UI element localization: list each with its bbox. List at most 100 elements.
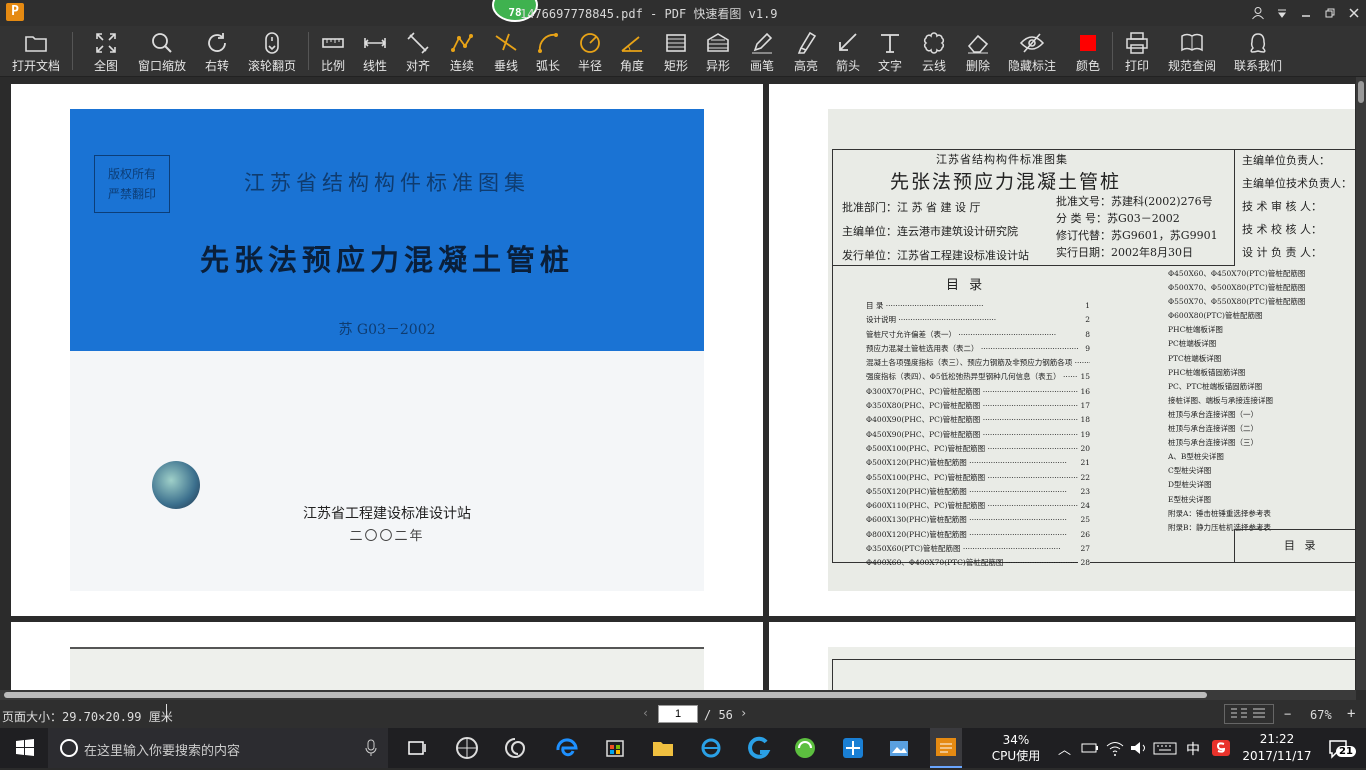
pen-button[interactable]: 画笔 bbox=[742, 26, 782, 76]
angle-button[interactable]: 角度 bbox=[612, 26, 652, 76]
360-app-icon[interactable] bbox=[790, 733, 820, 763]
highlighter-button[interactable]: 高亮 bbox=[786, 26, 826, 76]
dropdown-icon[interactable] bbox=[1270, 0, 1294, 26]
image-viewer-icon[interactable] bbox=[884, 733, 914, 763]
fit-all-button[interactable]: 全图 bbox=[86, 26, 126, 76]
document-viewer[interactable]: 版权所有 严禁翻印 江苏省结构构件标准图集 先张法预应力混凝土管桩 苏 G03－… bbox=[0, 77, 1366, 700]
user-icon[interactable] bbox=[1246, 0, 1270, 26]
task-view-icon[interactable] bbox=[402, 733, 432, 763]
vertical-scroll-thumb[interactable] bbox=[1358, 81, 1364, 103]
arc-length-button[interactable]: 弧长 bbox=[528, 26, 568, 76]
volume-icon[interactable] bbox=[1128, 733, 1150, 763]
sogou-browser-icon[interactable] bbox=[744, 733, 774, 763]
store-icon[interactable] bbox=[600, 733, 630, 763]
printer-icon bbox=[1126, 32, 1148, 54]
pinwheel-app-icon[interactable] bbox=[452, 733, 482, 763]
color-button[interactable]: 颜色 bbox=[1068, 26, 1108, 76]
cpu-meter[interactable]: 34% CPU使用 bbox=[990, 732, 1042, 764]
spiral-app-icon[interactable] bbox=[500, 733, 530, 763]
windows-start-icon[interactable] bbox=[10, 733, 40, 763]
window-title: 1476697778845.pdf - PDF 快速看图 v1.9 bbox=[520, 7, 778, 21]
cpu-label: CPU使用 bbox=[991, 749, 1041, 763]
action-center-icon[interactable]: 21 bbox=[1324, 733, 1356, 763]
catalog-footer-label: 目 录 bbox=[1284, 539, 1319, 552]
zoom-in-button[interactable]: + bbox=[1347, 706, 1355, 722]
toc-item-title: Φ550X100(PHC、PC)管桩配筋图 ··················… bbox=[866, 472, 1086, 482]
sogou-ime-icon[interactable] bbox=[1210, 733, 1232, 763]
toc-item: Φ300X70(PHC、PC)管桩配筋图 ···················… bbox=[866, 384, 1090, 399]
toc-item: Φ500X120(PHC)管桩配筋图 ·····················… bbox=[866, 456, 1090, 471]
toc-item-title: Φ600X110(PHC、PC)管桩配筋图 ··················… bbox=[866, 501, 1086, 511]
catalog-scan: 江苏省结构构件标准图集 先张法预应力混凝土管桩 批准部门：江 苏 省 建 设 厅… bbox=[828, 109, 1355, 591]
horizontal-scroll-thumb[interactable] bbox=[4, 692, 1207, 698]
move-tool-icon[interactable] bbox=[838, 733, 868, 763]
continuous-measure-button[interactable]: 连续 bbox=[442, 26, 482, 76]
toc-item-page: 23 bbox=[1078, 484, 1090, 499]
status-bar: 页面大小：29.70×20.99 厘米 ‹ / 56 › − 67% + bbox=[0, 700, 1366, 728]
toc-item-title: 强度指标（表四）、Φ5低松弛热异型钢种几何信息（表五） ············… bbox=[866, 372, 1090, 382]
spec-query-button[interactable]: 规范查阅 bbox=[1164, 26, 1220, 76]
notification-count: 21 bbox=[1336, 746, 1356, 757]
restore-icon[interactable] bbox=[1318, 0, 1342, 26]
scroll-page-button[interactable]: 滚轮翻页 bbox=[244, 26, 300, 76]
text-icon bbox=[881, 34, 899, 53]
edge-browser-icon[interactable] bbox=[552, 733, 582, 763]
search-placeholder: 在这里输入你要搜索的内容 bbox=[84, 744, 241, 759]
pdf-viewer-taskbar-icon[interactable] bbox=[930, 728, 962, 768]
prev-page-icon[interactable]: ‹ bbox=[642, 706, 649, 720]
rectangle-button[interactable]: 矩形 bbox=[656, 26, 696, 76]
minimize-icon[interactable] bbox=[1294, 0, 1318, 26]
clock[interactable]: 21:22 2017/11/17 bbox=[1236, 731, 1318, 765]
cloud-icon bbox=[923, 32, 945, 54]
radius-button[interactable]: 半径 bbox=[570, 26, 610, 76]
contact-button[interactable]: 联系我们 bbox=[1230, 26, 1286, 76]
print-button[interactable]: 打印 bbox=[1118, 26, 1156, 76]
catalog-toc-heading: 目 录 bbox=[946, 278, 986, 293]
eraser-icon bbox=[967, 34, 989, 54]
toc-item: Φ400X60、Φ400X70(PTC)管桩配筋图 ··············… bbox=[866, 556, 1090, 571]
pdf-page-2[interactable]: 江苏省结构构件标准图集 先张法预应力混凝土管桩 批准部门：江 苏 省 建 设 厅… bbox=[769, 84, 1355, 616]
pdf-page-3[interactable] bbox=[11, 622, 763, 700]
ime-indicator[interactable]: 中 bbox=[1186, 739, 1200, 759]
hologram-seal-icon bbox=[152, 461, 200, 509]
scale-button[interactable]: 比例 bbox=[314, 26, 352, 76]
linear-measure-button[interactable]: 线性 bbox=[356, 26, 394, 76]
arrow-button[interactable]: 箭头 bbox=[828, 26, 868, 76]
toc-item: Φ600X80(PTC)管桩配筋图 bbox=[1168, 311, 1263, 321]
window-controls bbox=[1246, 0, 1366, 26]
irregular-shape-button[interactable]: 异形 bbox=[698, 26, 738, 76]
battery-icon[interactable] bbox=[1080, 733, 1100, 763]
toc-item-page: 25 bbox=[1078, 513, 1090, 528]
toc-item-page: 24 bbox=[1078, 499, 1090, 514]
view-mode-toggle[interactable] bbox=[1224, 704, 1274, 724]
search-box[interactable]: 在这里输入你要搜索的内容 bbox=[48, 728, 388, 768]
cloud-line-button[interactable]: 云线 bbox=[914, 26, 954, 76]
polygon-hatch-icon bbox=[707, 33, 729, 52]
toc-item-page: 21 bbox=[1078, 456, 1090, 471]
catalog-issuer: 发行单位：江苏省工程建设标准设计站 bbox=[842, 249, 1029, 262]
next-page-icon[interactable]: › bbox=[740, 706, 747, 720]
delete-button[interactable]: 删除 bbox=[958, 26, 998, 76]
pdf-page-1[interactable]: 版权所有 严禁翻印 江苏省结构构件标准图集 先张法预应力混凝土管桩 苏 G03－… bbox=[11, 84, 763, 616]
toc-item: Φ500X100(PHC、PC)管桩配筋图 ··················… bbox=[866, 441, 1090, 456]
zoom-out-button[interactable]: − bbox=[1284, 707, 1291, 721]
app-logo-icon[interactable]: P bbox=[6, 3, 24, 21]
page-number-input[interactable] bbox=[658, 705, 698, 723]
window-zoom-button[interactable]: 窗口缩放 bbox=[134, 26, 190, 76]
rotate-right-button[interactable]: 右转 bbox=[198, 26, 236, 76]
text-button[interactable]: 文字 bbox=[870, 26, 910, 76]
perpendicular-measure-button[interactable]: 垂线 bbox=[486, 26, 526, 76]
horizontal-scrollbar[interactable] bbox=[0, 690, 1356, 700]
chevron-up-icon[interactable]: ︿ bbox=[1058, 739, 1071, 758]
wifi-icon[interactable] bbox=[1104, 733, 1126, 763]
aligned-measure-button[interactable]: 对齐 bbox=[398, 26, 438, 76]
microphone-icon[interactable] bbox=[364, 739, 378, 757]
close-icon[interactable] bbox=[1342, 0, 1366, 26]
hide-markup-button[interactable]: 隐藏标注 bbox=[1004, 26, 1060, 76]
vertical-scrollbar[interactable] bbox=[1356, 77, 1366, 690]
internet-explorer-icon[interactable] bbox=[696, 733, 726, 763]
file-explorer-icon[interactable] bbox=[648, 733, 678, 763]
pdf-page-4[interactable] bbox=[769, 622, 1355, 700]
keyboard-icon[interactable] bbox=[1152, 733, 1178, 763]
open-document-button[interactable]: 打开文档 bbox=[6, 26, 66, 76]
